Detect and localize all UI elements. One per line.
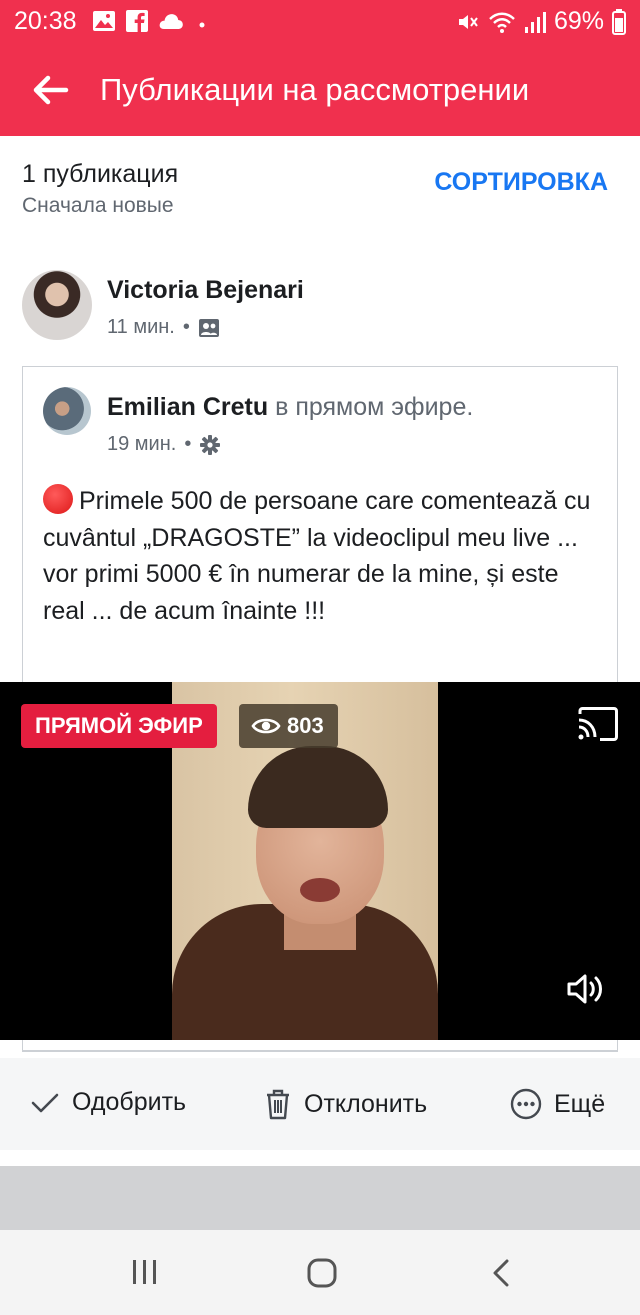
live-video-player[interactable]: ПРЯМОЙ ЭФИР 803	[0, 682, 640, 1040]
publication-count: 1 публикация	[22, 160, 179, 188]
nav-back-icon[interactable]	[490, 1258, 512, 1288]
post-time: 11 мин.	[107, 316, 175, 338]
post-text-content: Primele 500 de persoane care comentează …	[43, 487, 591, 625]
more-label: Ещё	[554, 1089, 606, 1118]
live-status-text: в прямом эфире.	[268, 393, 474, 421]
page-title: Публикации на рассмотрении	[100, 72, 530, 107]
sort-order-label: Сначала новые	[22, 194, 174, 217]
decline-button[interactable]: Отклонить	[264, 1088, 427, 1120]
notification-icons	[92, 10, 210, 32]
signal-icon	[524, 11, 546, 33]
app-bar: Публикации на рассмотрении	[0, 44, 640, 136]
mute-icon	[458, 14, 478, 29]
shared-author[interactable]: Emilian Cretu	[107, 393, 268, 421]
more-icon	[510, 1088, 542, 1120]
dot-icon	[199, 22, 205, 28]
home-icon[interactable]	[306, 1257, 338, 1289]
more-button[interactable]: Ещё	[510, 1088, 605, 1120]
cloud-icon	[159, 14, 183, 29]
post-author[interactable]: Victoria Bejenari	[107, 276, 304, 305]
facebook-icon	[126, 10, 148, 32]
decline-label: Отклонить	[304, 1089, 428, 1118]
approve-label: Одобрить	[72, 1088, 187, 1116]
viewer-count: 803	[287, 713, 324, 738]
group-members-icon	[198, 318, 219, 337]
trash-icon	[267, 1089, 289, 1120]
checkmark-icon	[31, 1093, 59, 1112]
recent-apps-icon[interactable]	[130, 1258, 160, 1286]
post-text: Primele 500 de persoane care comentează …	[43, 483, 603, 629]
separator: •	[184, 433, 192, 455]
system-status-icons: 69%	[456, 7, 626, 36]
gear-icon	[200, 434, 221, 455]
sort-button[interactable]: СОРТИРОВКА	[434, 168, 608, 197]
approve-button[interactable]: Одобрить	[30, 1088, 186, 1117]
separator: •	[182, 316, 190, 338]
battery-icon	[612, 8, 626, 35]
post-meta: 11 мин. •	[107, 316, 220, 339]
gallery-icon	[93, 11, 115, 31]
system-navigation-bar	[0, 1230, 640, 1315]
divider-band	[0, 1166, 640, 1230]
battery-percent: 69%	[553, 7, 604, 35]
status-bar: 20:38 69%	[0, 0, 640, 44]
avatar[interactable]	[22, 270, 92, 340]
wifi-icon	[489, 12, 515, 33]
shared-author-line: Emilian Cretu в прямом эфире.	[107, 393, 473, 422]
shared-author-avatar[interactable]	[43, 387, 91, 435]
red-circle-icon	[43, 484, 73, 514]
shared-post-time: 19 мин.	[107, 433, 177, 455]
viewer-count-badge: 803	[239, 704, 338, 748]
moderation-actions: Одобрить Отклонить Ещё	[0, 1058, 640, 1150]
shared-post-meta: 19 мин. •	[107, 433, 221, 456]
back-arrow-icon[interactable]	[30, 72, 70, 108]
cast-icon[interactable]	[576, 706, 620, 742]
status-time: 20:38	[14, 7, 77, 35]
volume-icon[interactable]	[566, 972, 606, 1006]
live-badge: ПРЯМОЙ ЭФИР	[21, 704, 217, 748]
eye-icon	[251, 718, 281, 734]
